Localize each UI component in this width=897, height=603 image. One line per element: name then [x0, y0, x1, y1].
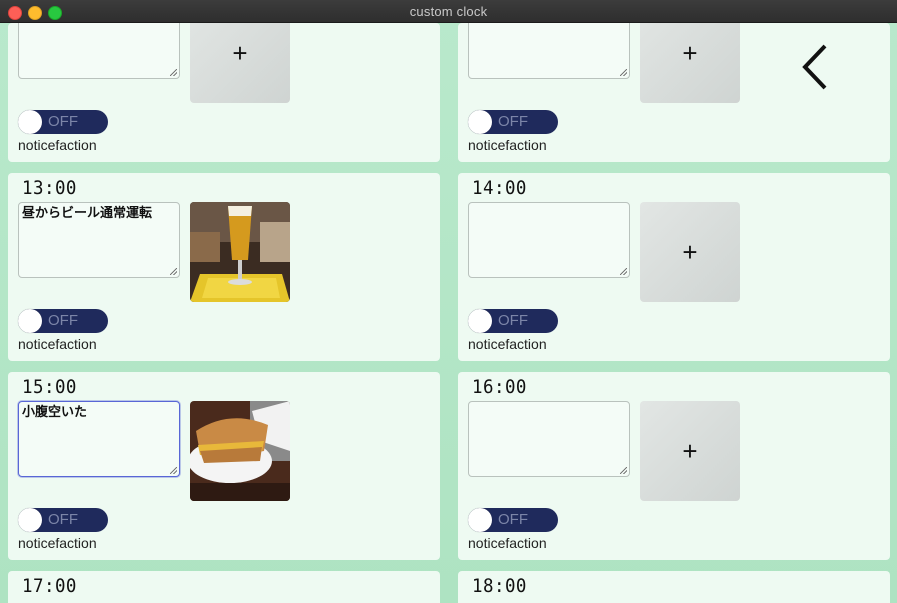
plus-icon: +	[682, 435, 698, 466]
beer-photo[interactable]	[190, 202, 290, 302]
resize-grip-icon[interactable]	[620, 268, 627, 275]
window-titlebar: custom clock	[0, 0, 897, 23]
slot-card: 15:00 小腹空いた OFF noticefaction	[8, 372, 440, 560]
slot-time: 15:00	[22, 376, 77, 398]
slot-card: 13:00 昼からビール通常運転 OFF noticefaction	[8, 173, 440, 361]
resize-grip-icon[interactable]	[170, 69, 177, 76]
add-photo-button[interactable]: +	[190, 23, 290, 103]
slot-time: 16:00	[472, 376, 527, 398]
plus-icon: +	[682, 236, 698, 267]
notice-toggle[interactable]: OFF	[468, 309, 558, 333]
notice-toggle[interactable]: OFF	[18, 110, 108, 134]
slot-card: 18:00	[458, 571, 890, 603]
notice-label: noticefaction	[18, 137, 97, 153]
slot-card: 14:00 + OFF noticefaction	[458, 173, 890, 361]
notice-label: noticefaction	[18, 336, 97, 352]
toggle-knob[interactable]	[468, 110, 492, 134]
memo-textarea[interactable]	[468, 401, 630, 477]
notice-toggle[interactable]: OFF	[18, 309, 108, 333]
memo-textarea[interactable]	[18, 23, 180, 79]
memo-textarea[interactable]	[468, 202, 630, 278]
toggle-knob[interactable]	[18, 309, 42, 333]
resize-grip-icon[interactable]	[170, 268, 177, 275]
slot-card: + OFF noticefaction	[8, 23, 440, 162]
toggle-label: OFF	[48, 312, 78, 329]
add-photo-button[interactable]: +	[640, 202, 740, 302]
slot-time: 13:00	[22, 177, 77, 199]
memo-textarea[interactable]: 小腹空いた	[18, 401, 180, 477]
notice-label: noticefaction	[468, 336, 547, 352]
toggle-label: OFF	[48, 511, 78, 528]
memo-text: 昼からビール通常運転	[22, 205, 153, 220]
toggle-label: OFF	[498, 312, 528, 329]
slot-card: 16:00 + OFF noticefaction	[458, 372, 890, 560]
toggle-knob[interactable]	[18, 508, 42, 532]
memo-text: 小腹空いた	[22, 404, 88, 419]
toggle-label: OFF	[498, 113, 528, 130]
notice-toggle[interactable]: OFF	[468, 508, 558, 532]
notice-label: noticefaction	[468, 535, 547, 551]
resize-grip-icon[interactable]	[170, 467, 177, 474]
slot-time: 17:00	[22, 575, 77, 597]
slot-time: 14:00	[472, 177, 527, 199]
slot-grid: + OFF noticefaction + OFF noticefaction …	[0, 23, 897, 603]
notice-toggle[interactable]: OFF	[468, 110, 558, 134]
sandwich-photo[interactable]	[190, 401, 290, 501]
resize-grip-icon[interactable]	[620, 69, 627, 76]
toggle-label: OFF	[48, 113, 78, 130]
chevron-left-icon[interactable]	[795, 42, 835, 92]
notice-label: noticefaction	[468, 137, 547, 153]
toggle-knob[interactable]	[468, 309, 492, 333]
plus-icon: +	[232, 37, 248, 68]
memo-textarea[interactable]: 昼からビール通常運転	[18, 202, 180, 278]
add-photo-button[interactable]: +	[640, 23, 740, 103]
toggle-knob[interactable]	[468, 508, 492, 532]
add-photo-button[interactable]: +	[640, 401, 740, 501]
window-title: custom clock	[409, 4, 488, 19]
notice-label: noticefaction	[18, 535, 97, 551]
slot-time: 18:00	[472, 575, 527, 597]
memo-textarea[interactable]	[468, 23, 630, 79]
toggle-label: OFF	[498, 511, 528, 528]
plus-icon: +	[682, 37, 698, 68]
notice-toggle[interactable]: OFF	[18, 508, 108, 532]
resize-grip-icon[interactable]	[620, 467, 627, 474]
slot-card: 17:00	[8, 571, 440, 603]
toggle-knob[interactable]	[18, 110, 42, 134]
